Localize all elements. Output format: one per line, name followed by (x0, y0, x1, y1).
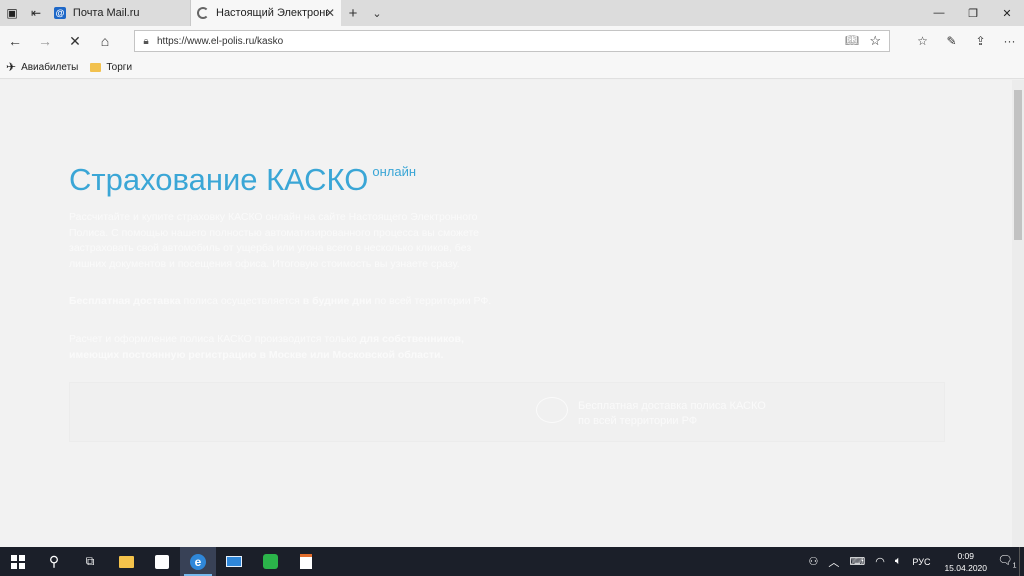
tabs-aside-icon[interactable]: ▣ (0, 0, 24, 26)
new-tab-button[interactable]: + (341, 0, 365, 26)
tab-bar: ▣ ⇤ @ Почта Mail.ru Настоящий Электронн … (0, 0, 1024, 26)
delivery-paragraph: Бесплатная доставка полиса осуществляетс… (69, 294, 494, 310)
task-view-icon: ⧉ (85, 554, 95, 568)
mail-button[interactable] (216, 547, 252, 576)
favorites-bar: ✈ Авиабилеты Торги (0, 56, 1024, 79)
delivery-suffix: по всей территории РФ. (371, 295, 492, 307)
whatsapp-button[interactable] (252, 547, 288, 576)
scrollbar-thumb[interactable] (1014, 90, 1022, 240)
close-window-button[interactable]: ✕ (990, 0, 1024, 26)
show-desktop-button[interactable] (1019, 547, 1024, 576)
delivery-text: полиса осуществляется (180, 295, 303, 307)
document-button[interactable] (288, 547, 324, 576)
delivery-bold: Бесплатная доставка (69, 295, 181, 307)
favorite-label: Авиабилеты (21, 61, 79, 73)
intro-paragraph: Рассчитайте и купите страховку КАСКО онл… (69, 211, 480, 270)
delivery-info-text: Бесплатная доставка полиса КАСКО по всей… (578, 400, 766, 427)
search-icon: ⚲ (48, 553, 60, 569)
clock[interactable]: 0:09 15.04.2020 (936, 550, 995, 574)
forward-button[interactable]: → (30, 26, 60, 56)
edge-button[interactable]: e (180, 547, 216, 576)
wifi-icon[interactable]: ◠ (870, 555, 890, 568)
folder-icon (118, 555, 134, 568)
back-button[interactable]: ← (0, 26, 30, 56)
stop-loading-button[interactable]: ✕ (60, 26, 90, 56)
page-title: Страхование КАСКО (69, 162, 369, 197)
notification-count: 1 (1012, 562, 1017, 570)
reading-view-icon[interactable]: 📖︎ (845, 34, 859, 47)
page-scrollbar[interactable] (1012, 80, 1024, 547)
calc-paragraph: Расчет и оформление полиса КАСКО произво… (69, 332, 494, 363)
more-menu-icon[interactable]: ··· (995, 26, 1024, 56)
chevron-down-icon[interactable]: ⌄ (365, 0, 389, 26)
page-title-suffix: онлайн (372, 164, 417, 179)
share-icon[interactable]: ⇪ (966, 26, 995, 56)
start-button[interactable] (0, 547, 36, 576)
store-icon (155, 554, 169, 569)
favorite-label: Торги (106, 61, 133, 73)
tab-title: Почта Mail.ru (72, 7, 140, 19)
page-content: Страхование КАСКО онлайн Рассчитайте и ку… (0, 80, 1012, 547)
calc-text: Расчет и оформление полиса КАСКО произво… (69, 333, 360, 345)
mail-icon (226, 556, 242, 567)
favorites-hub-icon[interactable]: ☆ (908, 26, 937, 56)
whatsapp-icon (262, 554, 278, 569)
notifications-icon[interactable]: 🗨︎1 (995, 553, 1019, 569)
language-indicator[interactable]: РУС (906, 557, 936, 567)
clock-date: 15.04.2020 (944, 562, 987, 573)
clock-time: 0:09 (957, 550, 974, 561)
loading-spinner-icon (197, 7, 209, 19)
store-button[interactable] (144, 547, 180, 576)
favorite-item-aviabilety[interactable]: ✈ Авиабилеты (6, 60, 78, 74)
document-icon (300, 554, 312, 569)
taskbar: ⚲ ⧉ e ⚇ ︿ ⌨ ◠ 🔈︎ РУС 0:09 15.04.2020 🗨︎1 (0, 547, 1024, 576)
airplane-icon: ✈ (6, 60, 17, 74)
address-bar[interactable]: 🔒︎ https://www.el-polis.ru/kasko 📖︎ ☆ (134, 30, 890, 52)
volume-icon[interactable]: 🔈︎ (890, 555, 907, 568)
web-note-icon[interactable]: ✎ (937, 26, 966, 56)
file-explorer-button[interactable] (108, 547, 144, 576)
restore-button[interactable]: ❐ (956, 0, 990, 26)
delivery-icon (536, 397, 568, 423)
system-tray: ⚇ ︿ ⌨ ◠ 🔈︎ РУС 0:09 15.04.2020 🗨︎1 (803, 547, 1024, 576)
task-view-button[interactable]: ⧉ (72, 547, 108, 576)
minimize-button[interactable]: — (922, 0, 956, 26)
close-tab-icon[interactable]: ✕ (325, 6, 335, 20)
delivery-days: в будние дни (302, 295, 372, 307)
network-icon[interactable]: ⌨ (844, 555, 870, 568)
mail-ru-favicon: @ (54, 7, 66, 19)
tab-mail-ru[interactable]: @ Почта Mail.ru (48, 0, 191, 26)
favorite-star-icon[interactable]: ☆ (869, 33, 881, 49)
navigation-bar: ← → ✕ ⌂ 🔒︎ https://www.el-polis.ru/kasko… (0, 26, 1024, 56)
delivery-info-box: Бесплатная доставка полиса КАСКО по всей… (69, 382, 945, 442)
tab-title: Настоящий Электронн (216, 7, 328, 19)
people-icon[interactable]: ⚇ (803, 555, 823, 568)
page-heading: Страхование КАСКО онлайн (69, 162, 416, 198)
url-text[interactable]: https://www.el-polis.ru/kasko (157, 36, 283, 47)
edge-icon: e (190, 553, 206, 570)
tab-el-polis[interactable]: Настоящий Электронн ✕ (191, 0, 341, 26)
set-aside-tabs-icon[interactable]: ⇤ (24, 0, 48, 26)
folder-icon (90, 62, 102, 72)
favorite-item-torgi[interactable]: Торги (90, 62, 132, 73)
windows-logo-icon (11, 554, 25, 569)
lock-icon[interactable]: 🔒︎ (135, 36, 157, 47)
search-button[interactable]: ⚲ (36, 547, 72, 576)
home-button[interactable]: ⌂ (90, 26, 120, 56)
chevron-up-icon[interactable]: ︿ (823, 554, 844, 570)
